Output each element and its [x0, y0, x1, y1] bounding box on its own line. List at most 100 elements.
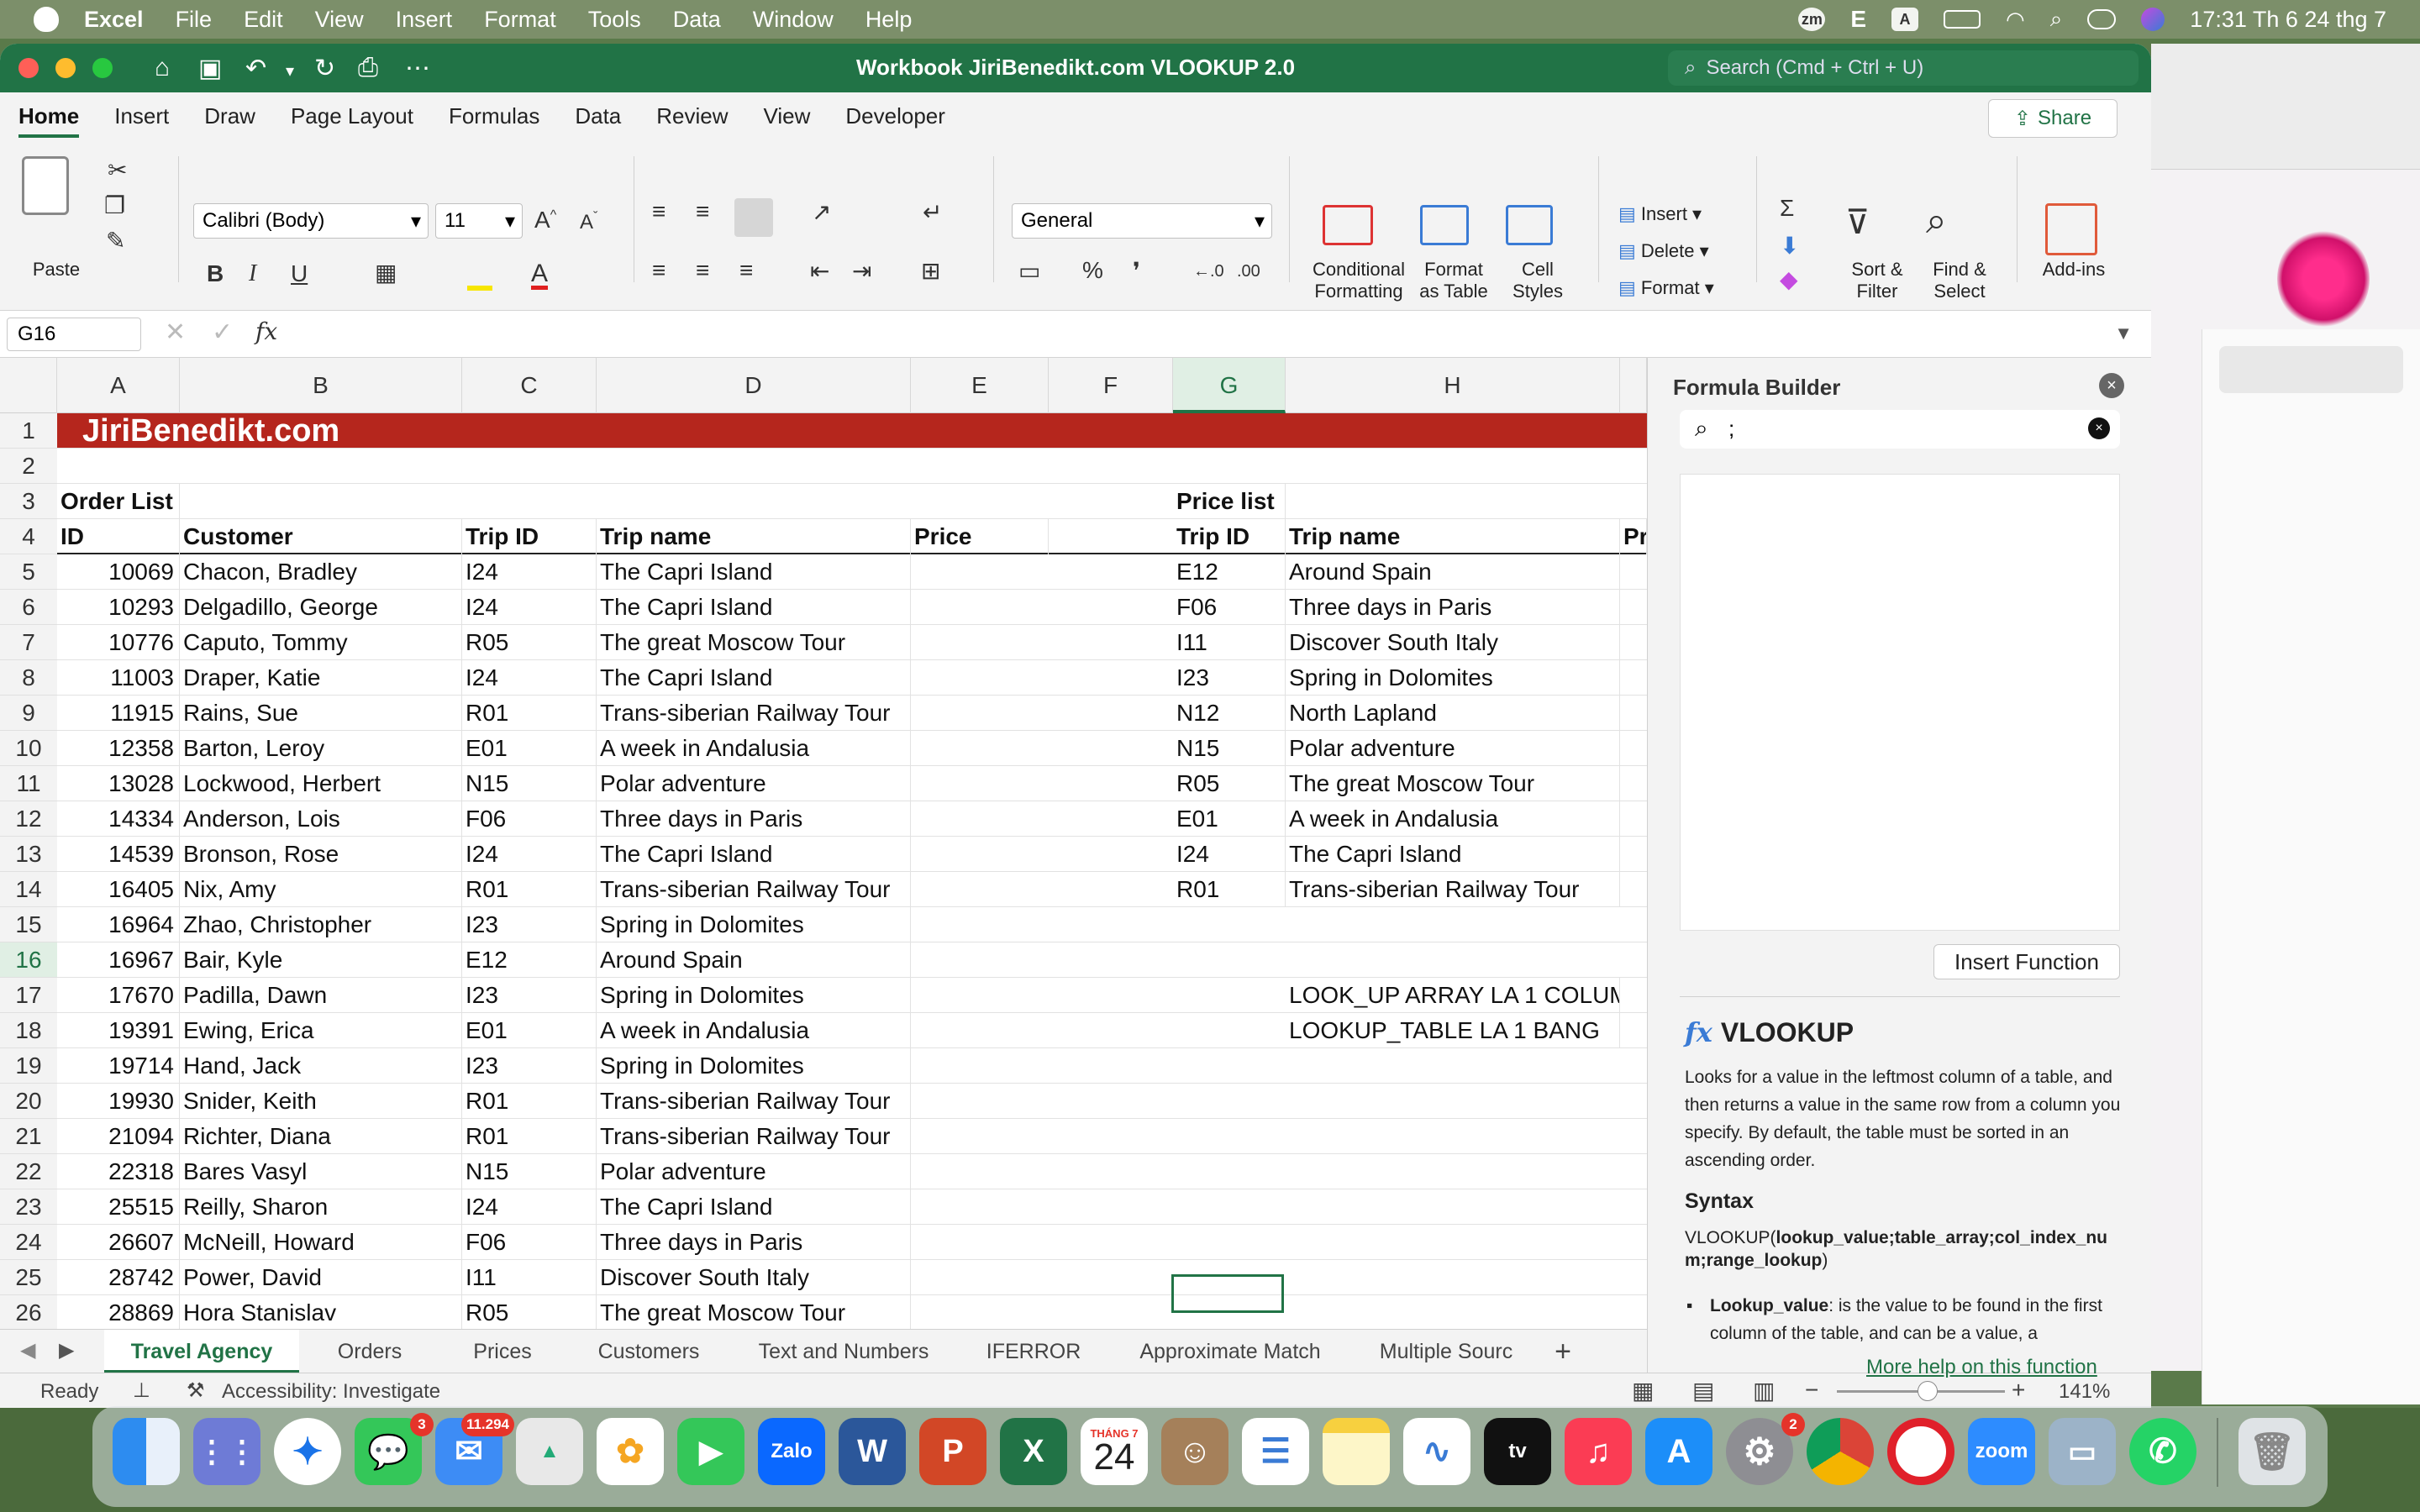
word-icon[interactable]: W	[839, 1418, 906, 1485]
cell[interactable]: E12	[462, 942, 597, 978]
page-break-view-icon[interactable]: ▥	[1753, 1377, 1775, 1404]
worksheet-grid[interactable]: A B C D E F G H 1 2 3 4 5 6 7 8 9 10 11 12 13 14 15 16 1…	[0, 358, 1647, 1329]
cell[interactable]: Richter, Diana	[180, 1119, 462, 1154]
row-header-13[interactable]: 13	[0, 837, 57, 872]
cell[interactable]: Trip ID	[1173, 519, 1286, 554]
row-header-11[interactable]: 11	[0, 766, 57, 801]
menu-window[interactable]: Window	[753, 7, 834, 33]
decrease-decimal-icon[interactable]: .00	[1237, 262, 1260, 281]
cell[interactable]: Polar adventure	[597, 1154, 911, 1189]
row-header-5[interactable]: 5	[0, 554, 57, 590]
row-header-9[interactable]: 9	[0, 696, 57, 731]
cell[interactable]: Trans-siberian Railway Tour	[597, 1084, 911, 1119]
cell[interactable]: Reilly, Sharon	[180, 1189, 462, 1225]
sheet-tab-approximate-match[interactable]: Approximate Match	[1109, 1330, 1351, 1373]
cell[interactable]: Price	[911, 519, 1049, 554]
calendar-icon[interactable]: THÁNG 7 24	[1081, 1418, 1148, 1485]
currency-icon[interactable]: ▭	[1018, 257, 1040, 285]
cell[interactable]: Padilla, Dawn	[180, 978, 462, 1013]
cell[interactable]: Bair, Kyle	[180, 942, 462, 978]
cell[interactable]: R01	[462, 872, 597, 907]
app-store-icon[interactable]: A	[1645, 1418, 1712, 1485]
zoom-slider-thumb[interactable]	[1918, 1381, 1938, 1401]
insert-function-button[interactable]: Insert Function	[1933, 944, 2120, 979]
tab-formulas[interactable]: Formulas	[449, 103, 539, 129]
cell[interactable]: 22318	[57, 1154, 180, 1189]
cell[interactable]: F06	[1173, 590, 1286, 625]
cell[interactable]: 19930	[57, 1084, 180, 1119]
accessibility-icon[interactable]: ⚒	[187, 1378, 205, 1403]
cell[interactable]: Caputo, Tommy	[180, 625, 462, 660]
cell[interactable]: Ewing, Erica	[180, 1013, 462, 1048]
orientation-icon[interactable]: ↗	[812, 198, 831, 226]
cell[interactable]: R05	[1173, 766, 1286, 801]
paste-icon[interactable]	[22, 156, 69, 215]
conditional-formatting-button[interactable]: Conditional Formatting	[1304, 259, 1413, 302]
cell[interactable]: I23	[462, 1048, 597, 1084]
format-as-table-button[interactable]: Format as Table	[1412, 259, 1496, 302]
cell[interactable]: N12	[1173, 696, 1286, 731]
format-cells-button[interactable]: ▤ Format ▾	[1618, 277, 1714, 299]
input-source-icon[interactable]: A	[1891, 8, 1919, 31]
menu-insert[interactable]: Insert	[396, 7, 453, 33]
cell[interactable]: The Capri Island	[597, 660, 911, 696]
cell[interactable]: 21094	[57, 1119, 180, 1154]
cell[interactable]: 26607	[57, 1225, 180, 1260]
cell[interactable]: 11003	[57, 660, 180, 696]
align-left-icon[interactable]: ≡	[652, 257, 666, 284]
cells[interactable]: JiriBenedikt.com Order List Price list ID Cu…	[57, 413, 1647, 1329]
cell[interactable]: F06	[462, 801, 597, 837]
column-header-g[interactable]: G	[1173, 358, 1286, 413]
cell[interactable]: Trans-siberian Railway Tour	[1286, 872, 1620, 907]
bold-button[interactable]: B	[207, 260, 224, 287]
zoom-level[interactable]: 141%	[2059, 1380, 2110, 1404]
copy-icon[interactable]: ❐	[104, 192, 125, 219]
cell[interactable]: Trip name	[597, 519, 911, 554]
cell[interactable]: 17670	[57, 978, 180, 1013]
row-header-10[interactable]: 10	[0, 731, 57, 766]
zoom-status-icon[interactable]: zm	[1798, 8, 1826, 31]
cut-icon[interactable]: ✂	[108, 156, 127, 184]
cell[interactable]: R05	[462, 1295, 597, 1329]
row-header-18[interactable]: 18	[0, 1013, 57, 1048]
cell[interactable]: Spring in Dolomites	[597, 978, 911, 1013]
excel-icon[interactable]: X	[1000, 1418, 1067, 1485]
select-all-corner[interactable]	[0, 358, 57, 413]
cell[interactable]: 28742	[57, 1260, 180, 1295]
cell[interactable]: Trip name	[1286, 519, 1620, 554]
cell[interactable]: 16967	[57, 942, 180, 978]
safari-icon[interactable]: ✦	[274, 1418, 341, 1485]
align-center-icon[interactable]: ≡	[696, 257, 709, 284]
page-layout-view-icon[interactable]: ▤	[1692, 1377, 1714, 1404]
align-top-icon[interactable]: ≡	[652, 198, 666, 225]
cell[interactable]: Trip ID	[462, 519, 597, 554]
cell[interactable]: N15	[462, 766, 597, 801]
clear-search-icon[interactable]: ×	[2088, 417, 2110, 439]
column-header-b[interactable]: B	[180, 358, 462, 413]
row-header-20[interactable]: 20	[0, 1084, 57, 1119]
search-box[interactable]: ⌕ Search (Cmd + Ctrl + U)	[1668, 50, 2139, 86]
column-header-d[interactable]: D	[597, 358, 911, 413]
cell[interactable]: 19714	[57, 1048, 180, 1084]
tab-view[interactable]: View	[764, 103, 811, 129]
merge-icon[interactable]: ⊞	[921, 257, 940, 285]
comma-icon[interactable]: ❜	[1133, 257, 1140, 285]
sheet-tab-customers[interactable]: Customers	[576, 1330, 721, 1373]
decrease-font-icon[interactable]: Aˇ	[580, 210, 597, 234]
cell[interactable]: I24	[462, 660, 597, 696]
find-select-button[interactable]: Find & Select	[1919, 259, 2000, 302]
sheet-tab-multiple-sources[interactable]: Multiple Sourc	[1360, 1330, 1533, 1373]
tab-page-layout[interactable]: Page Layout	[291, 103, 413, 129]
row-header-3[interactable]: 3	[0, 484, 57, 519]
cell[interactable]: 10776	[57, 625, 180, 660]
cell[interactable]: Zhao, Christopher	[180, 907, 462, 942]
cell[interactable]: I24	[462, 554, 597, 590]
cell[interactable]: Trans-siberian Railway Tour	[597, 872, 911, 907]
function-search-input[interactable]: ⌕ ; ×	[1680, 410, 2120, 449]
control-center-icon[interactable]	[2087, 9, 2117, 29]
cell[interactable]: R01	[462, 696, 597, 731]
status-accessibility[interactable]: Accessibility: Investigate	[222, 1380, 440, 1404]
music-icon[interactable]: ♫	[1565, 1418, 1632, 1485]
cell[interactable]: 19391	[57, 1013, 180, 1048]
row-header-17[interactable]: 17	[0, 978, 57, 1013]
